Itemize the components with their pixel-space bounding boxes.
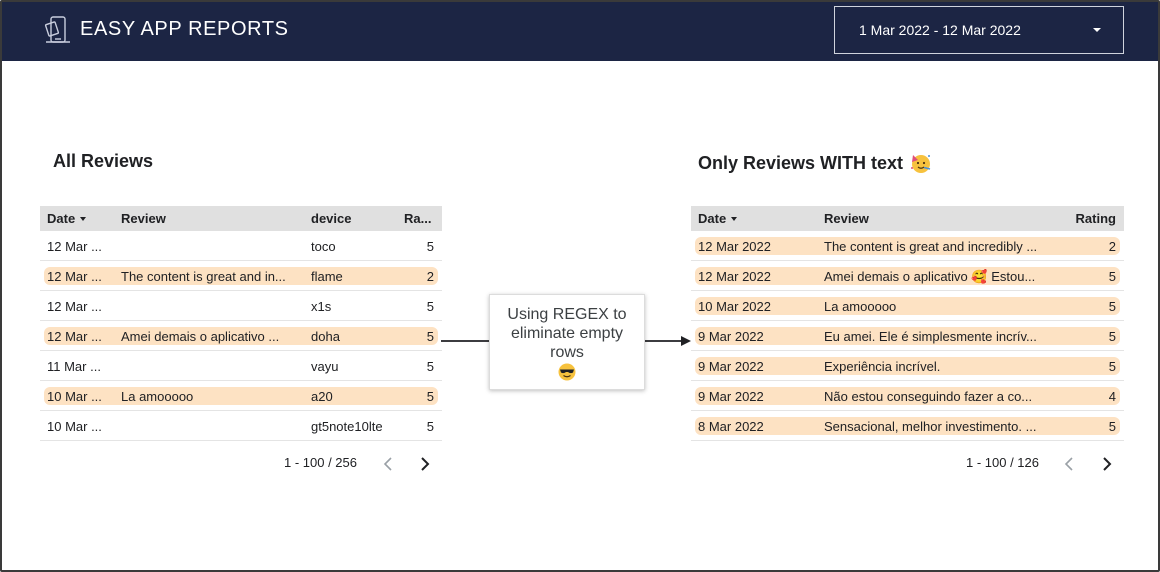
cell-rating: 5 [426, 329, 434, 344]
cell-rating: 5 [426, 299, 434, 314]
chevron-right-icon[interactable] [416, 455, 434, 473]
reviews-with-text-table: Date Review Rating 12 Mar 2022 The conten… [691, 206, 1124, 441]
table-row[interactable]: 10 Mar ... La amooooo a20 5 [40, 381, 442, 411]
table-row[interactable]: 9 Mar 2022 Experiência incrível. 5 [691, 351, 1124, 381]
col-review-header[interactable]: Review [121, 211, 166, 226]
cell-rating: 5 [426, 359, 434, 374]
table-row[interactable]: 12 Mar ... x1s 5 [40, 291, 442, 321]
cell-date: 12 Mar ... [47, 329, 102, 344]
cell-review: Amei demais o aplicativo ... [121, 329, 280, 344]
pagination-label: 1 - 100 / 256 [284, 455, 357, 470]
cell-review: Não estou conseguindo fazer a co... [824, 389, 1033, 404]
sort-desc-icon [80, 216, 87, 221]
party-face-icon [911, 155, 931, 173]
table-row[interactable]: 9 Mar 2022 Eu amei. Ele é simplesmente in… [691, 321, 1124, 351]
table-row[interactable]: 12 Mar 2022 Amei demais o aplicativo 🥰 Es… [691, 261, 1124, 291]
cell-device: doha [311, 329, 340, 344]
table-row[interactable]: 10 Mar ... gt5note10lte 5 [40, 411, 442, 441]
cell-date: 10 Mar 2022 [698, 299, 771, 314]
table-row[interactable]: 12 Mar ... Amei demais o aplicativo ... do… [40, 321, 442, 351]
cell-date: 9 Mar 2022 [698, 389, 764, 404]
cell-review: The content is great and incredibly ... [824, 239, 1038, 254]
cell-date: 12 Mar 2022 [698, 239, 771, 254]
col-date-header[interactable]: Date [698, 211, 738, 226]
table-row[interactable]: 10 Mar 2022 La amooooo 5 [691, 291, 1124, 321]
cell-device: x1s [311, 299, 332, 314]
cell-date: 10 Mar ... [47, 389, 102, 404]
all-reviews-table: Date Review device Ra... 12 Mar ... toco 5… [40, 206, 442, 441]
right-pagination: 1 - 100 / 126 [966, 455, 1039, 470]
col-rating-header[interactable]: Ra... [404, 211, 438, 226]
cell-date: 11 Mar ... [47, 359, 101, 374]
caret-down-icon [1093, 28, 1101, 32]
cell-rating: 5 [426, 389, 434, 404]
chevron-right-icon[interactable] [1098, 455, 1116, 473]
cell-rating: 5 [1108, 299, 1116, 314]
cell-device: vayu [311, 359, 339, 374]
table-row[interactable]: 9 Mar 2022 Não estou conseguindo fazer a … [691, 381, 1124, 411]
callout-line-1: Using REGEX to [507, 306, 627, 323]
callout-line-2: eliminate empty [510, 325, 624, 342]
cell-review: La amooooo [824, 299, 897, 314]
table-row[interactable]: 11 Mar ... vayu 5 [40, 351, 442, 381]
report-header: EASY APP REPORTS 1 Mar 2022 - 12 Mar 202… [2, 2, 1158, 61]
cell-date: 9 Mar 2022 [698, 359, 764, 374]
cell-date: 10 Mar ... [47, 419, 102, 434]
table-header: Date Review Rating [691, 206, 1124, 231]
cell-rating: 5 [1108, 359, 1116, 374]
cell-rating: 2 [1108, 239, 1116, 254]
cell-date: 12 Mar ... [47, 239, 102, 254]
reviews-with-text-title-wrap: Only Reviews WITH text [698, 151, 933, 175]
table-header: Date Review device Ra... [40, 206, 442, 231]
cell-review: Amei demais o aplicativo 🥰 Estou... [824, 269, 1036, 284]
date-range-picker[interactable]: 1 Mar 2022 - 12 Mar 2022 [834, 6, 1124, 54]
cell-device: toco [311, 239, 336, 254]
arrow-connector-right [645, 336, 691, 346]
col-rating-header[interactable]: Rating [1076, 211, 1116, 226]
cell-device: a20 [311, 389, 333, 404]
table-row[interactable]: 8 Mar 2022 Sensacional, melhor investimen… [691, 411, 1124, 441]
cell-date: 12 Mar ... [47, 299, 102, 314]
sort-desc-icon [731, 216, 738, 221]
all-reviews-title: All Reviews [53, 151, 154, 171]
cell-review: Eu amei. Ele é simplesmente incrív... [824, 329, 1037, 344]
cell-rating: 5 [1108, 419, 1116, 434]
cell-device: flame [311, 269, 343, 284]
cell-rating: 5 [426, 239, 434, 254]
regex-callout: Using REGEX to eliminate empty rows [489, 294, 645, 390]
table-row[interactable]: 12 Mar ... toco 5 [40, 231, 442, 261]
arrow-connector-left [441, 340, 489, 342]
cell-review: La amooooo [121, 389, 194, 404]
col-review-header[interactable]: Review [824, 211, 869, 226]
cell-rating: 5 [1108, 269, 1116, 284]
cell-date: 9 Mar 2022 [698, 329, 764, 344]
chevron-left-icon[interactable] [1061, 455, 1079, 473]
chevron-left-icon[interactable] [380, 455, 398, 473]
cell-review: Experiência incrível. [824, 359, 941, 374]
cell-date: 12 Mar 2022 [698, 269, 771, 284]
cell-device: gt5note10lte [311, 419, 383, 434]
col-device-header[interactable]: device [311, 211, 351, 226]
callout-line-3: rows [550, 344, 584, 361]
date-range-value: 1 Mar 2022 - 12 Mar 2022 [859, 22, 1021, 38]
table-row[interactable]: 12 Mar 2022 The content is great and incr… [691, 231, 1124, 261]
reviews-with-text-title: Only Reviews WITH text [698, 152, 904, 173]
cell-review: Sensacional, melhor investimento. ... [824, 419, 1037, 434]
sunglasses-face-icon [558, 363, 576, 381]
pagination-label: 1 - 100 / 126 [966, 455, 1039, 470]
left-pagination: 1 - 100 / 256 [284, 455, 357, 470]
cell-review: The content is great and in... [121, 269, 286, 284]
cell-rating: 2 [426, 269, 434, 284]
table-row[interactable]: 12 Mar ... The content is great and in...… [40, 261, 442, 291]
brand-title: EASY APP REPORTS [80, 18, 289, 40]
cell-date: 12 Mar ... [47, 269, 102, 284]
cell-rating: 5 [426, 419, 434, 434]
cell-rating: 5 [1108, 329, 1116, 344]
col-date-header[interactable]: Date [47, 211, 87, 226]
phone-report-icon [44, 16, 70, 43]
cell-date: 8 Mar 2022 [698, 419, 764, 434]
cell-rating: 4 [1108, 389, 1116, 404]
